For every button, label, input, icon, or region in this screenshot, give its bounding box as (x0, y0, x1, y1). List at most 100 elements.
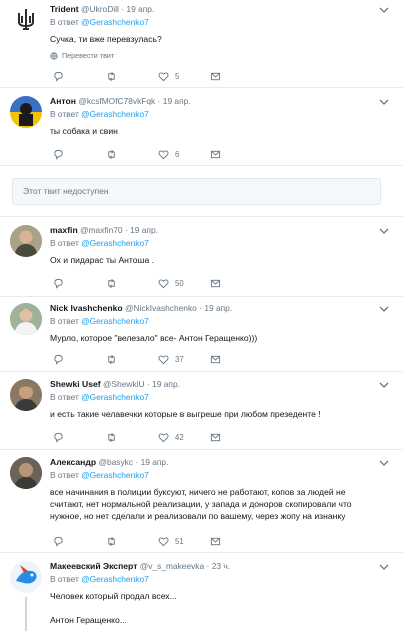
tweet-text: все начинания в полиции буксуют, ничего … (50, 487, 352, 521)
reply-mention[interactable]: @Gerashchenko7 (81, 238, 149, 248)
tweet[interactable]: Александр @basykc · 19 апр. В ответ @Ger… (0, 450, 403, 553)
tweet-date[interactable]: 19 апр. (204, 303, 232, 313)
envelope-icon (210, 537, 221, 546)
retweet-icon (108, 150, 115, 159)
author-name[interactable]: Trident (50, 4, 79, 14)
tweet[interactable]: Макеевский Эксперт @v_s_makeevka · 23 ч.… (0, 553, 403, 631)
retweet-button[interactable] (106, 432, 123, 443)
dm-button[interactable] (210, 278, 221, 289)
reply-mention[interactable]: @Gerashchenko7 (81, 109, 149, 119)
tweet[interactable]: Nick Ivashchenko @NickIvashchenko · 19 а… (0, 297, 403, 372)
chevron-down-icon[interactable] (379, 563, 389, 571)
like-button[interactable]: 51 (158, 536, 184, 547)
envelope-icon (210, 433, 221, 442)
author-handle[interactable]: @v_s_makeevka (140, 561, 204, 571)
author-handle[interactable]: @maxfin70 (80, 225, 122, 235)
reply-prefix: В ответ (50, 574, 79, 584)
unavailable-text: Этот твит недоступен (23, 186, 109, 196)
retweet-button[interactable] (106, 354, 123, 365)
avatar[interactable] (10, 561, 42, 593)
reply-to: В ответ @Gerashchenko7 (50, 574, 395, 585)
translate-tweet-link[interactable]: Перевести твит (50, 51, 395, 60)
retweet-button[interactable] (106, 149, 123, 160)
dm-button[interactable] (210, 432, 221, 443)
author-handle[interactable]: @NickIvashchenko (125, 303, 197, 313)
tweet-actions: 51 (50, 536, 230, 550)
heart-icon (158, 537, 169, 547)
like-count: 6 (175, 150, 180, 159)
chevron-down-icon[interactable] (379, 305, 389, 313)
reply-mention[interactable]: @Gerashchenko7 (81, 17, 149, 27)
author-name[interactable]: maxfin (50, 225, 78, 235)
reply-button[interactable] (53, 149, 70, 160)
tweet[interactable]: Trident @UkroDill · 19 апр. В ответ @Ger… (0, 0, 403, 88)
like-button[interactable]: 50 (158, 278, 184, 289)
avatar[interactable] (10, 303, 42, 335)
dm-button[interactable] (210, 354, 221, 365)
tweet[interactable]: maxfin @maxfin70 · 19 апр. В ответ @Gera… (0, 217, 403, 297)
envelope-icon (210, 355, 221, 364)
author-name[interactable]: Nick Ivashchenko (50, 303, 123, 313)
tweet-date[interactable]: 19 апр. (130, 225, 158, 235)
tweet[interactable]: Антон @kcsfMOfC78vkFqk · 19 апр. В ответ… (0, 88, 403, 166)
author-name[interactable]: Макеевский Эксперт (50, 561, 137, 571)
reply-mention[interactable]: @Gerashchenko7 (81, 574, 149, 584)
retweet-button[interactable] (106, 71, 123, 82)
like-button[interactable]: 5 (158, 71, 179, 82)
tweet-date[interactable]: 19 апр. (141, 457, 169, 467)
avatar[interactable] (10, 225, 42, 257)
reply-button[interactable] (53, 354, 70, 365)
author-handle[interactable]: @UkroDill (81, 4, 119, 14)
tweet-date[interactable]: 19 апр. (163, 96, 191, 106)
trident-logo-icon (10, 4, 42, 36)
separator-dot: · (124, 225, 128, 235)
avatar[interactable] (10, 379, 42, 411)
dm-button[interactable] (210, 149, 221, 160)
tweet-text-line-2: Антон Геращенко... (50, 615, 127, 625)
reply-mention[interactable]: @Gerashchenko7 (81, 316, 149, 326)
chevron-down-icon[interactable] (379, 381, 389, 389)
reply-button[interactable] (53, 536, 70, 547)
like-button[interactable]: 6 (158, 149, 179, 160)
heart-icon (158, 279, 169, 289)
like-button[interactable]: 37 (158, 354, 184, 365)
author-name[interactable]: Shewki Usef (50, 379, 101, 389)
author-name[interactable]: Антон (50, 96, 76, 106)
author-handle[interactable]: @basykc (98, 457, 133, 467)
retweet-button[interactable] (106, 278, 123, 289)
tweet[interactable]: Shewki Usef @ShewkiU · 19 апр. В ответ @… (0, 372, 403, 450)
separator-dot: · (157, 96, 161, 106)
retweet-icon (108, 72, 115, 81)
heart-icon (158, 150, 169, 160)
reply-button[interactable] (53, 71, 70, 82)
like-button[interactable]: 42 (158, 432, 184, 443)
chevron-down-icon[interactable] (379, 459, 389, 467)
avatar-image (10, 457, 42, 489)
dm-button[interactable] (210, 536, 221, 547)
reply-mention[interactable]: @Gerashchenko7 (81, 470, 149, 480)
tweet-date[interactable]: 19 апр. (152, 379, 180, 389)
avatar[interactable] (10, 457, 42, 489)
reply-to: В ответ @Gerashchenko7 (50, 392, 395, 403)
chevron-down-icon[interactable] (379, 98, 389, 106)
retweet-button[interactable] (106, 536, 123, 547)
heart-icon (158, 355, 169, 365)
avatar-image (10, 561, 42, 593)
retweet-icon (108, 433, 115, 442)
dm-button[interactable] (210, 71, 221, 82)
tweet-date[interactable]: 23 ч. (212, 561, 230, 571)
reply-button[interactable] (53, 432, 70, 443)
tweet-actions: 5 (50, 71, 230, 85)
avatar[interactable] (10, 4, 42, 36)
retweet-icon (108, 537, 115, 546)
author-handle[interactable]: @ShewkiU (103, 379, 145, 389)
chevron-down-icon[interactable] (379, 6, 389, 14)
reply-button[interactable] (53, 278, 70, 289)
avatar[interactable] (10, 96, 42, 128)
separator-dot: · (146, 379, 150, 389)
author-name[interactable]: Александр (50, 457, 96, 467)
author-handle[interactable]: @kcsfMOfC78vkFqk (78, 96, 155, 106)
tweet-date[interactable]: 19 апр. (126, 4, 154, 14)
reply-mention[interactable]: @Gerashchenko7 (81, 392, 149, 402)
chevron-down-icon[interactable] (379, 227, 389, 235)
